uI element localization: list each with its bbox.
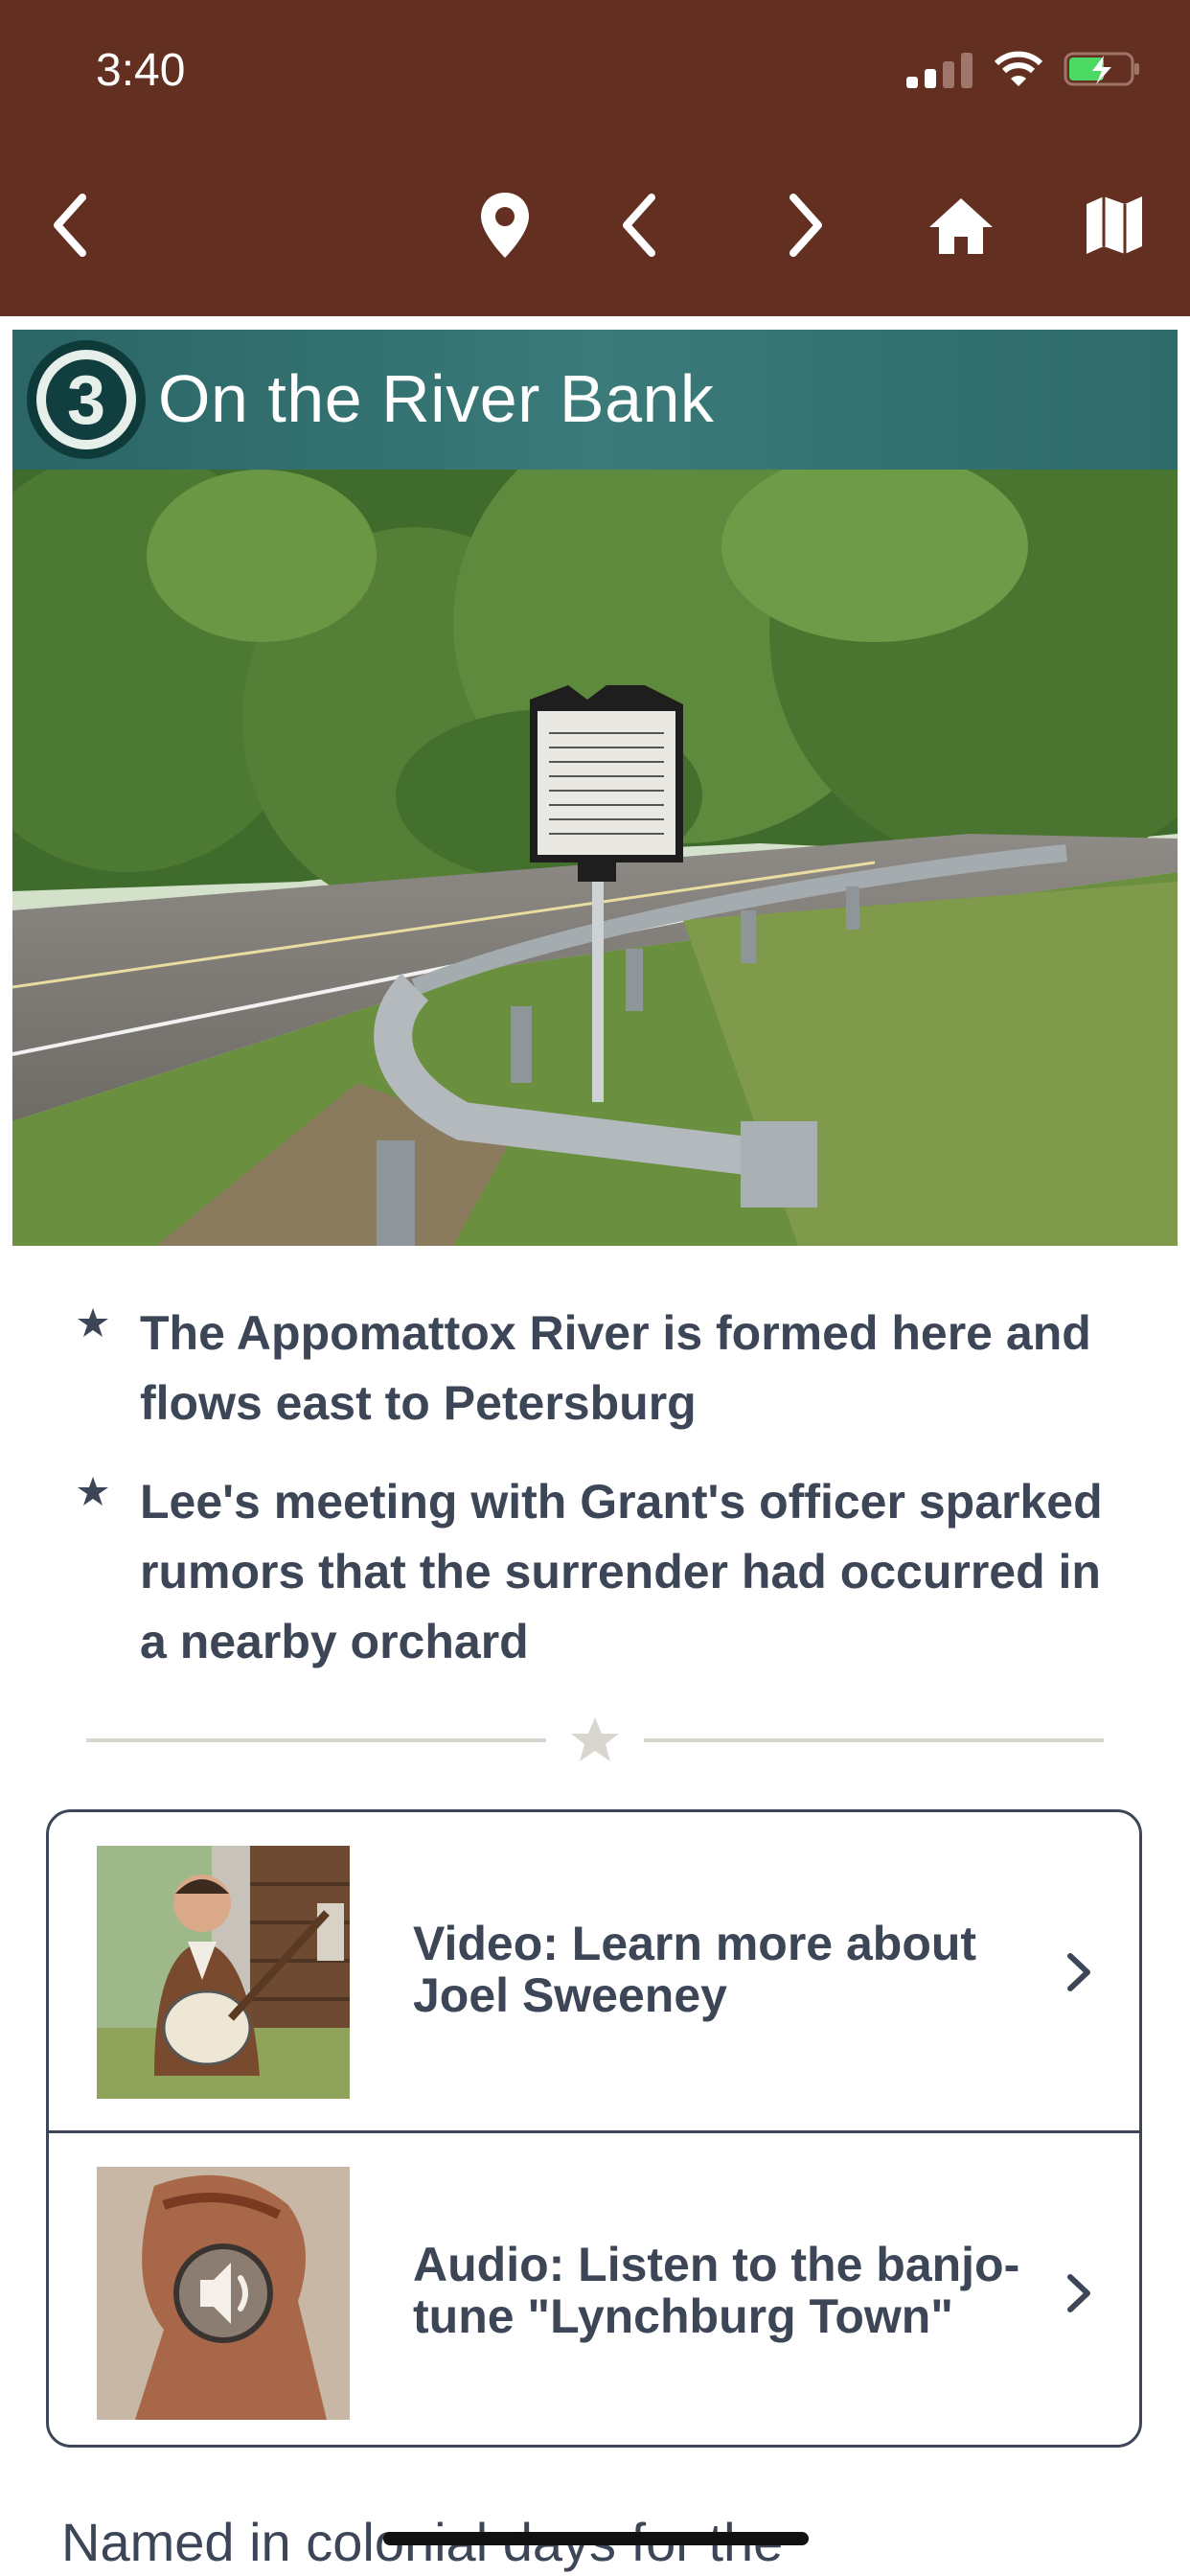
list-item: Lee's meeting with Grant's officer spark… [77,1467,1131,1677]
chevron-right-icon [1067,1953,1090,1991]
video-thumbnail [97,1846,350,2099]
audio-item[interactable]: Audio: Listen to the banjo-tune "Lynchbu… [49,2130,1139,2445]
status-icons [906,50,1142,88]
back-button[interactable] [27,182,113,268]
page-title: On the River Bank [158,361,715,436]
signal-icon [906,53,973,88]
back-chevron-icon [54,194,86,257]
previous-stop-button[interactable] [596,182,682,268]
divider-star-icon [571,1717,619,1761]
audio-label: Audio: Listen to the banjo-tune "Lynchbu… [413,2238,1020,2343]
star-bullet-icon [78,1308,108,1337]
home-icon [929,198,993,254]
star-bullet-icon [78,1477,108,1506]
highlights-list: The Appomattox River is formed here and … [77,1299,1131,1706]
battery-icon [1064,52,1139,86]
star-divider [86,1717,1104,1761]
list-item: The Appomattox River is formed here and … [77,1299,1131,1438]
video-label: Video: Learn more about Joel Sweeney [413,1917,977,2022]
prev-chevron-icon [623,194,655,257]
audio-thumbnail [97,2167,350,2420]
chevron-right-icon [1067,2274,1090,2312]
location-button[interactable] [462,182,548,268]
home-indicator[interactable] [383,2532,809,2545]
stop-number: 3 [67,362,105,439]
wifi-icon [994,51,1043,86]
hero-photo [12,470,1178,1246]
next-stop-button[interactable] [763,182,849,268]
stop-title-bar: 3 On the River Bank [12,330,1178,470]
map-icon [1087,196,1142,254]
media-list: Video: Learn more about Joel Sweeney Aud… [46,1809,1142,2448]
next-chevron-icon [790,194,822,257]
map-pin-icon [481,193,529,258]
map-button[interactable] [1071,182,1157,268]
video-item[interactable]: Video: Learn more about Joel Sweeney [49,1812,1139,2130]
app-header: 3:40 [0,0,1190,316]
bullet-text: Lee's meeting with Grant's officer spark… [140,1475,1103,1668]
stop-number-badge: 3 [27,340,146,459]
status-time: 3:40 [96,45,186,96]
home-button[interactable] [918,182,1004,268]
bullet-text: The Appomattox River is formed here and … [140,1306,1091,1430]
roadside-marker-photo [12,470,1178,1246]
